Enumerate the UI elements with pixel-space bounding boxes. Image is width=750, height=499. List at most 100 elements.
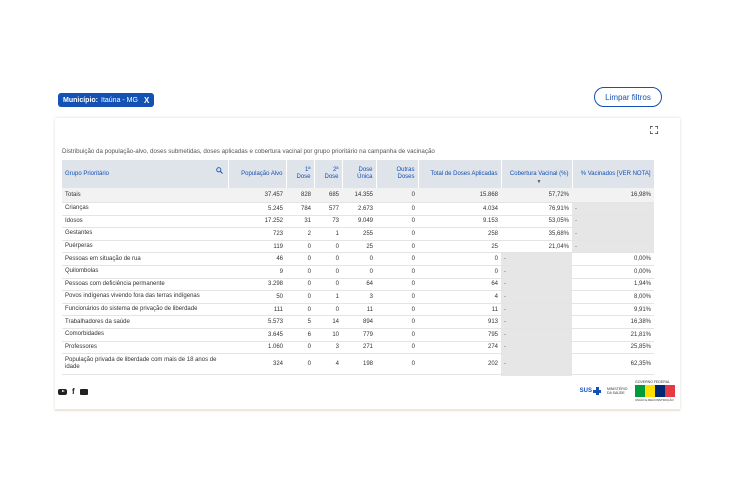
table-cell: 913	[418, 315, 501, 329]
brasil-wordmark	[635, 385, 675, 397]
table-cell: 0	[376, 353, 418, 376]
table-cell: 784	[286, 202, 314, 216]
table-cell: 255	[342, 227, 376, 241]
filter-value: Itaúna - MG	[101, 96, 138, 104]
table-cell: -	[501, 341, 572, 355]
table-cell: 2	[286, 227, 314, 241]
table-cell: 76,91%	[501, 202, 572, 216]
table-cell: 828	[286, 188, 314, 203]
table-cell: 1.060	[228, 341, 286, 355]
table-cell: 0	[376, 240, 418, 254]
table-row: Crianças 5.245 784 577 2.673 0 4.034 76,91% -	[62, 202, 654, 216]
table-row: Professores 1.060 0 3 271 0 274-25,85%	[62, 341, 654, 355]
table-cell: 1	[314, 227, 342, 241]
table-cell: -	[572, 227, 654, 241]
remove-filter-button[interactable]: X	[144, 96, 149, 105]
table-cell: 9.049	[342, 215, 376, 229]
table-cell: 1,94%	[572, 278, 654, 292]
table-cell: 723	[228, 227, 286, 241]
table-cell: 111	[228, 303, 286, 317]
table-cell: 35,68%	[501, 227, 572, 241]
table-cell: 64	[418, 278, 501, 292]
expand-icon[interactable]	[650, 126, 658, 134]
table-cell: 9.153	[418, 215, 501, 229]
table-cell: 11	[418, 303, 501, 317]
table-cell: -	[501, 303, 572, 317]
table-cell: -	[501, 353, 572, 376]
vaccination-table-panel: Distribuição da população-alvo, doses su…	[55, 118, 680, 410]
table-cell: 21,04%	[501, 240, 572, 254]
flickr-icon[interactable]	[79, 388, 88, 395]
table-cell: 17.252	[228, 215, 286, 229]
table-cell: 0	[376, 278, 418, 292]
table-cell: 0	[376, 252, 418, 266]
governo-federal-logo: GOVERNO FEDERAL UNIÃO E RECONSTRUÇÃO	[635, 380, 675, 402]
clear-filters-button[interactable]: Limpar filtros	[594, 87, 662, 107]
column-header[interactable]: Cobertura Vacinal (%) ▼	[501, 160, 573, 188]
table-cell: -	[501, 278, 572, 292]
search-icon[interactable]	[215, 167, 223, 174]
column-header[interactable]: Outras Doses	[376, 160, 419, 188]
table-cell: 0	[286, 303, 314, 317]
column-header[interactable]: População Alvo	[228, 160, 287, 188]
table-cell: 258	[418, 227, 501, 241]
table-cell: -	[501, 252, 572, 266]
table-cell: 0,00%	[572, 252, 654, 266]
table-cell: 3	[314, 341, 342, 355]
table-cell: 0	[314, 265, 342, 279]
priority-group-table: Grupo Prioritário População Alvo 1ª Dose 2ª…	[62, 160, 654, 376]
table-cell: 25	[342, 240, 376, 254]
table-container[interactable]: Grupo Prioritário População Alvo 1ª Dose 2ª…	[62, 160, 654, 376]
table-cell: 0	[376, 188, 418, 203]
table-cell: 0	[376, 265, 418, 279]
table-cell: 0	[286, 252, 314, 266]
footer: f SUS MINISTÉRIO DA SAÚDE GOVERNO FEDERA…	[55, 376, 680, 406]
table-cell: 0	[376, 341, 418, 355]
group-name-cell: Funcionários do sistema de privação de l…	[62, 303, 228, 317]
table-cell: 795	[418, 328, 501, 342]
municipio-filter-chip[interactable]: Município: Itaúna - MG X	[58, 93, 155, 107]
column-header[interactable]: % Vacinados [VER NOTA]	[572, 160, 654, 188]
column-header[interactable]: Total de Doses Aplicadas	[418, 160, 502, 188]
table-cell: 0	[342, 265, 376, 279]
table-cell: 5.573	[228, 315, 286, 329]
table-cell: -	[572, 202, 654, 216]
table-cell: 779	[342, 328, 376, 342]
table-cell: -	[572, 240, 654, 254]
table-cell: -	[501, 328, 572, 342]
table-cell: 0	[376, 328, 418, 342]
table-cell: 64	[342, 278, 376, 292]
filter-label: Município:	[63, 96, 98, 104]
table-cell: 3.298	[228, 278, 286, 292]
table-row: Gestantes 723 2 1 255 0 258 35,68% -	[62, 227, 654, 241]
column-header[interactable]: Grupo Prioritário	[62, 160, 229, 188]
sort-desc-icon[interactable]: ▼	[537, 179, 542, 186]
table-cell: 31	[286, 215, 314, 229]
table-cell: 0,00%	[572, 265, 654, 279]
youtube-icon[interactable]	[58, 388, 67, 395]
sus-logo: SUS	[580, 387, 601, 395]
table-cell: 685	[314, 188, 342, 203]
table-cell: 3.645	[228, 328, 286, 342]
government-logos: SUS MINISTÉRIO DA SAÚDE GOVERNO FEDERAL …	[580, 380, 675, 402]
column-header[interactable]: Dose Única	[342, 160, 377, 188]
table-cell: 14.355	[342, 188, 376, 203]
table-row: Trabalhadores da saúde 5.573 5 14 894 0 913-16…	[62, 315, 654, 329]
social-links: f	[58, 387, 88, 396]
facebook-icon[interactable]: f	[72, 387, 75, 396]
table-cell: 0	[418, 252, 501, 266]
totals-row: Totais 37.457 828 685 14.355 0 15.868 57,72% 16,…	[62, 188, 654, 203]
table-cell: 62,35%	[572, 353, 654, 376]
table-cell: 11	[342, 303, 376, 317]
table-cell: 25,85%	[572, 341, 654, 355]
table-cell: 202	[418, 353, 501, 376]
group-name-cell: Totais	[62, 188, 228, 203]
group-name-cell: Trabalhadores da saúde	[62, 315, 228, 329]
table-cell: 0	[376, 215, 418, 229]
table-cell: 271	[342, 341, 376, 355]
table-cell: -	[501, 315, 572, 329]
column-header[interactable]: 1ª Dose	[286, 160, 315, 188]
table-cell: 6	[286, 328, 314, 342]
column-header[interactable]: 2ª Dose	[314, 160, 343, 188]
table-header-row: Grupo Prioritário População Alvo 1ª Dose 2ª…	[62, 160, 654, 188]
